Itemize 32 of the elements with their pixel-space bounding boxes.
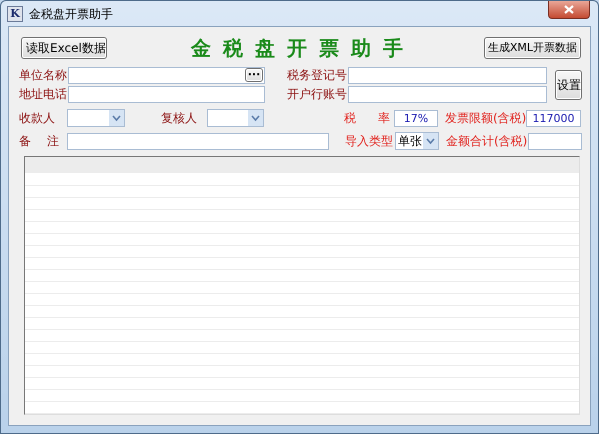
payee-combo[interactable] xyxy=(67,109,125,127)
field-label: 单位名称 xyxy=(19,67,68,84)
reviewer-combo[interactable] xyxy=(207,109,264,127)
field-label: 复核人 xyxy=(161,110,198,127)
settings-button[interactable]: 设置 xyxy=(555,70,582,100)
remarks-field[interactable] xyxy=(67,132,329,150)
address-phone-field[interactable] xyxy=(68,86,265,102)
tax-id-field[interactable] xyxy=(348,66,547,84)
field-label: 备 注 xyxy=(19,133,60,150)
field-label: 税 率 xyxy=(344,110,391,127)
total-field[interactable] xyxy=(528,132,582,150)
field-label: 地址电话 xyxy=(19,86,68,103)
data-grid[interactable] xyxy=(24,156,580,415)
app-icon: K xyxy=(7,6,23,22)
invoice-limit-field[interactable]: 117000 xyxy=(526,110,581,126)
window-title: 金税盘开票助手 xyxy=(29,6,113,22)
generate-xml-button[interactable]: 生成XML开票数据 xyxy=(484,37,581,59)
field-label: 导入类型 xyxy=(345,133,394,150)
browse-button[interactable]: ··· xyxy=(245,68,263,82)
company-name-field[interactable]: ··· xyxy=(68,66,265,84)
tax-rate-field[interactable]: 17% xyxy=(394,110,438,126)
app-heading: 金税盘开票助手 xyxy=(191,35,415,62)
import-excel-button[interactable]: 读取Excel数据 xyxy=(21,37,107,59)
field-label: 收款人 xyxy=(19,110,56,127)
bank-account-field[interactable] xyxy=(348,86,547,102)
close-icon xyxy=(564,5,574,14)
field-label: 税务登记号 xyxy=(287,67,348,84)
field-label: 发票限额(含税) xyxy=(445,110,526,127)
field-label: 金额合计(含税) xyxy=(446,133,528,150)
close-button[interactable] xyxy=(548,1,590,19)
import-type-combo[interactable]: 单张 xyxy=(395,132,439,150)
field-label: 开户行账号 xyxy=(287,86,348,103)
